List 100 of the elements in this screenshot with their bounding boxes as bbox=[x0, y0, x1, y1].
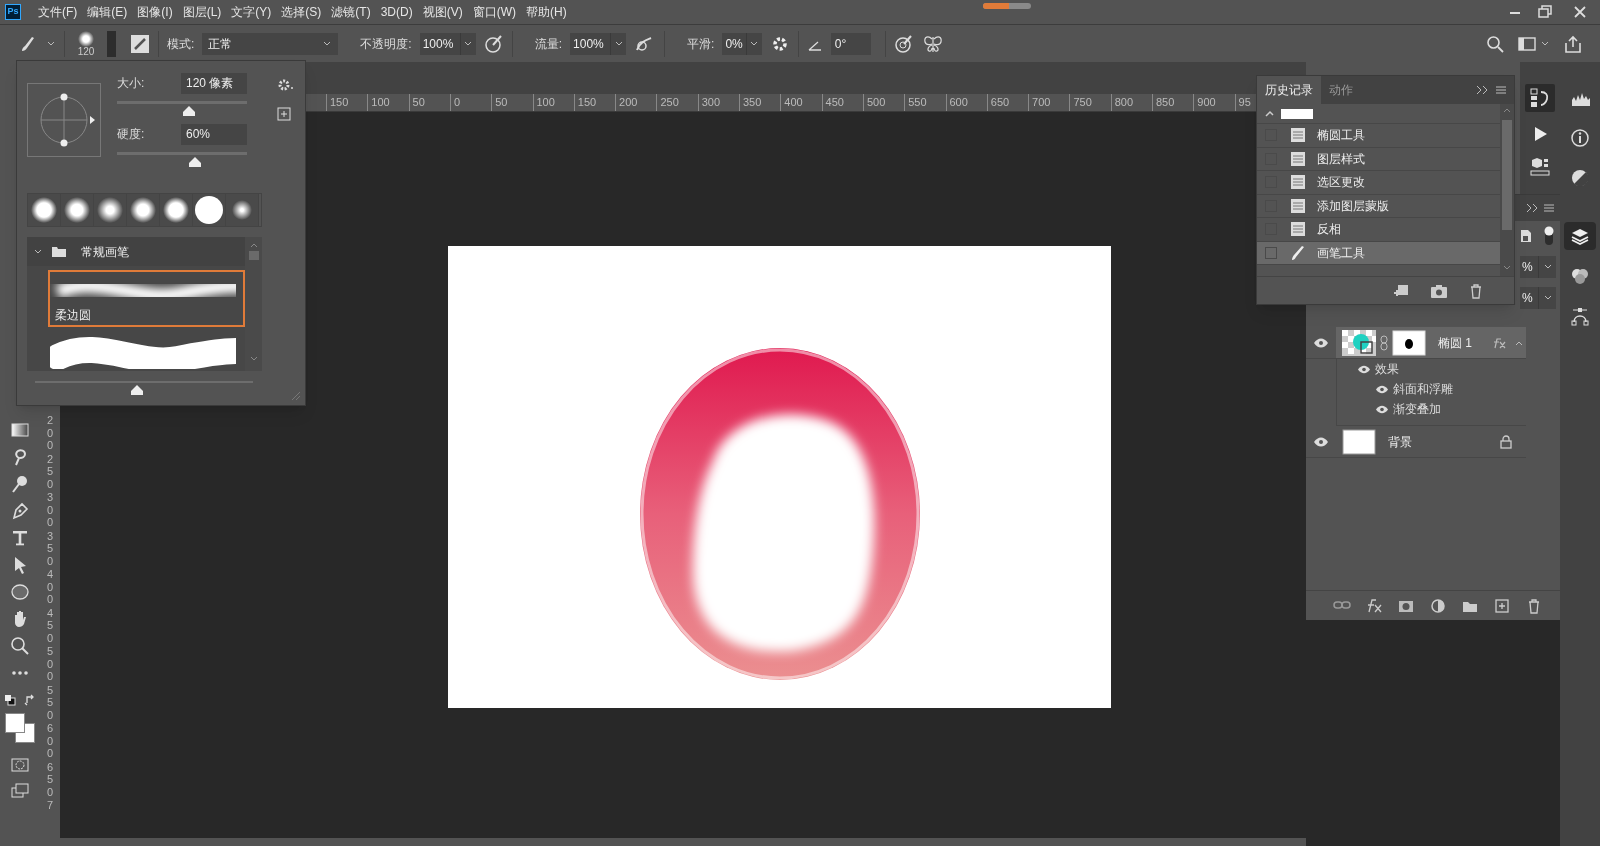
panel-tab[interactable]: 动作 bbox=[1321, 76, 1361, 104]
pressure-size-icon[interactable] bbox=[893, 33, 914, 54]
scroll-down-icon[interactable] bbox=[1502, 264, 1512, 272]
expand-icon[interactable] bbox=[1476, 85, 1490, 95]
history-checkbox[interactable] bbox=[1265, 246, 1277, 259]
new-document-icon[interactable] bbox=[1392, 282, 1410, 299]
opacity-field[interactable]: % bbox=[1520, 286, 1556, 309]
share-icon[interactable] bbox=[1564, 34, 1582, 53]
mode-dropdown[interactable]: 正常 bbox=[202, 32, 339, 55]
brush-folder[interactable]: 常规画笔 bbox=[27, 237, 245, 266]
history-step[interactable]: 添加图层蒙版 bbox=[1257, 194, 1500, 218]
brush-tip-preset[interactable] bbox=[94, 194, 126, 226]
history-step[interactable]: 选区更改 bbox=[1257, 171, 1500, 195]
visibility-icon[interactable] bbox=[1313, 337, 1329, 348]
menu-item[interactable]: 编辑(E) bbox=[82, 3, 133, 21]
brush-preset[interactable]: 柔边圆 bbox=[48, 270, 245, 327]
menu-item[interactable]: 帮助(H) bbox=[521, 3, 572, 21]
gradient-tool-icon[interactable] bbox=[10, 420, 30, 440]
brush-tip-preset[interactable] bbox=[127, 194, 159, 226]
brush-picker-toggle[interactable] bbox=[107, 30, 116, 57]
menu-item[interactable]: 文件(F) bbox=[33, 3, 83, 21]
default-colors-icon[interactable] bbox=[4, 694, 16, 706]
toggle-icon[interactable] bbox=[1544, 226, 1554, 246]
slider-thumb[interactable] bbox=[182, 106, 195, 116]
properties-icon[interactable] bbox=[1528, 156, 1552, 178]
screen-mode-icon[interactable] bbox=[10, 781, 30, 799]
scrollbar-thumb[interactable] bbox=[248, 251, 259, 260]
brush-tip-preset[interactable] bbox=[193, 194, 225, 226]
angle-field[interactable]: 0° bbox=[830, 32, 871, 55]
zoom-tool-icon[interactable] bbox=[10, 636, 30, 656]
brush-tip-preset[interactable] bbox=[61, 194, 93, 226]
quick-mask-icon[interactable] bbox=[10, 756, 30, 774]
history-step[interactable]: 画笔工具 bbox=[1257, 241, 1500, 265]
fx-icon[interactable] bbox=[1492, 336, 1506, 349]
new-layer-icon[interactable] bbox=[1493, 596, 1511, 615]
history-panel-icon[interactable] bbox=[1525, 84, 1555, 112]
menu-item[interactable]: 选择(S) bbox=[276, 3, 327, 21]
menu-icon[interactable] bbox=[1544, 203, 1554, 213]
resize-grip-icon[interactable] bbox=[289, 389, 301, 401]
menu-item[interactable]: 3D(D) bbox=[375, 3, 418, 21]
visibility-icon[interactable] bbox=[1313, 436, 1329, 447]
slider-thumb[interactable] bbox=[189, 157, 201, 167]
brush-tip-preset[interactable] bbox=[28, 194, 60, 226]
menu-item[interactable]: 文字(Y) bbox=[226, 3, 277, 21]
visibility-icon[interactable] bbox=[1357, 364, 1371, 374]
size-slider[interactable] bbox=[117, 101, 247, 117]
brush-tip-icon[interactable] bbox=[78, 30, 94, 47]
new-preset-icon[interactable] bbox=[277, 107, 291, 121]
expand-icon[interactable] bbox=[1526, 203, 1540, 213]
menu-icon[interactable] bbox=[1496, 85, 1506, 95]
swap-colors-icon[interactable] bbox=[24, 694, 36, 706]
opacity-field[interactable]: % bbox=[1520, 255, 1556, 278]
link-icon[interactable] bbox=[1380, 334, 1388, 351]
dodge-tool-icon[interactable] bbox=[10, 474, 30, 494]
effect-item[interactable]: 斜面和浮雕 bbox=[1393, 380, 1453, 398]
scroll-up-icon[interactable] bbox=[1502, 106, 1512, 114]
opacity-field[interactable]: 100% bbox=[419, 32, 476, 55]
hardness-field[interactable]: 60% bbox=[181, 123, 247, 145]
panel-tab[interactable]: 历史记录 bbox=[1257, 76, 1321, 104]
menu-item[interactable]: 滤镜(T) bbox=[326, 3, 376, 21]
visibility-icon[interactable] bbox=[1375, 384, 1389, 394]
dock-tab[interactable] bbox=[1564, 222, 1596, 250]
settings-icon[interactable] bbox=[277, 79, 295, 91]
layer-row[interactable]: 椭圆 1 bbox=[1336, 327, 1526, 358]
symmetry-icon[interactable] bbox=[921, 33, 944, 54]
scroll-up-icon[interactable] bbox=[248, 241, 259, 249]
preview-size-slider[interactable] bbox=[35, 381, 253, 395]
workspace-icon[interactable] bbox=[1518, 35, 1536, 52]
effect-item[interactable]: 渐变叠加 bbox=[1393, 400, 1441, 418]
menu-item[interactable]: 图层(L) bbox=[177, 3, 227, 21]
layer-row[interactable]: 背景 bbox=[1336, 426, 1526, 457]
adjustment-layer-icon[interactable] bbox=[1429, 596, 1447, 615]
history-step[interactable]: 反相 bbox=[1257, 218, 1500, 242]
smoothing-field[interactable]: 0% bbox=[722, 32, 762, 55]
hardness-slider[interactable] bbox=[117, 152, 247, 168]
history-step[interactable]: 图层样式 bbox=[1257, 147, 1500, 171]
pressure-opacity-icon[interactable] bbox=[483, 33, 504, 54]
scrollbar-thumb[interactable] bbox=[1502, 120, 1512, 230]
color-swatches[interactable] bbox=[5, 713, 35, 743]
slider-thumb[interactable] bbox=[131, 385, 144, 395]
flow-field[interactable]: 100% bbox=[570, 32, 627, 55]
visibility-icon[interactable] bbox=[1375, 404, 1389, 414]
scroll-down-icon[interactable] bbox=[248, 355, 259, 363]
ellipse-tool-icon[interactable] bbox=[10, 582, 30, 602]
search-icon[interactable] bbox=[1486, 34, 1504, 53]
app-logo[interactable]: Ps bbox=[5, 4, 21, 20]
history-step[interactable]: 椭圆工具 bbox=[1257, 124, 1500, 148]
fx-icon[interactable] bbox=[1365, 596, 1383, 615]
size-field[interactable]: 120 像素 bbox=[181, 72, 247, 94]
camera-icon[interactable] bbox=[1430, 282, 1448, 299]
brush-tip-preset[interactable] bbox=[160, 194, 192, 226]
effects-label[interactable]: 效果 bbox=[1375, 360, 1399, 378]
menu-item[interactable]: 视图(V) bbox=[417, 3, 468, 21]
pen-tool-icon[interactable] bbox=[10, 501, 30, 521]
type-tool-icon[interactable] bbox=[10, 528, 30, 548]
trash-icon[interactable] bbox=[1468, 282, 1484, 299]
menu-item[interactable]: 窗口(W) bbox=[467, 3, 521, 21]
lock-icon[interactable] bbox=[1500, 434, 1512, 449]
menu-item[interactable]: 图像(I) bbox=[132, 3, 178, 21]
document-icon[interactable] bbox=[1520, 229, 1532, 243]
